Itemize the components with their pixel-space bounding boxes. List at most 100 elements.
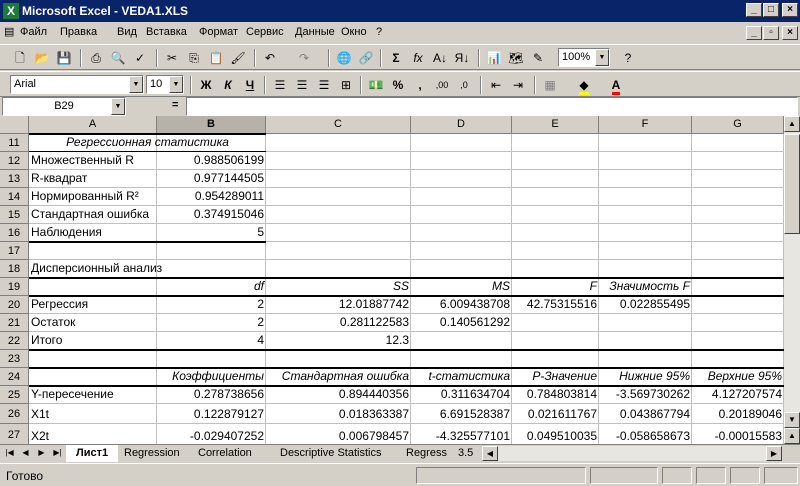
cell-d27[interactable]: -4.325577101 xyxy=(411,428,512,444)
row-header-23[interactable]: 23 xyxy=(0,350,29,368)
row-header-19[interactable]: 19 xyxy=(0,278,29,296)
redo-icon[interactable]: ↷ xyxy=(294,48,314,68)
map-icon[interactable]: 🗺 xyxy=(506,48,526,68)
cell-g25[interactable]: 4.127207574 xyxy=(692,386,784,404)
cell-c25[interactable]: 0.894440356 xyxy=(266,386,411,404)
row-header-14[interactable]: 14 xyxy=(0,188,29,206)
cell-a11[interactable]: Регрессионная статистика xyxy=(29,134,266,152)
select-all-corner[interactable] xyxy=(0,116,29,134)
last-sheet-icon[interactable]: ▶| xyxy=(50,446,65,461)
menu-data[interactable]: Данные xyxy=(295,26,335,38)
menu-insert[interactable]: Вставка xyxy=(146,26,187,38)
cell-b19[interactable]: df xyxy=(157,278,266,296)
tab-correlation[interactable]: Correlation xyxy=(188,445,262,462)
worksheet-grid[interactable]: A B C D E F G 11 Регрессионная статистика 12 Множе… xyxy=(0,116,784,444)
scroll-right-icon[interactable]: ▶ xyxy=(766,446,782,461)
cell-d24[interactable]: t-статистика xyxy=(411,368,512,386)
first-sheet-icon[interactable]: |◀ xyxy=(2,446,17,461)
row-header-18[interactable]: 18 xyxy=(0,260,29,278)
scroll-down-icon[interactable]: ▼ xyxy=(784,412,800,428)
cell-f20[interactable]: 0.022855495 xyxy=(599,296,692,314)
cell-c24[interactable]: Стандартная ошибка xyxy=(266,368,411,386)
cell-d19[interactable]: MS xyxy=(411,278,512,296)
cell-a13[interactable]: R-квадрат xyxy=(29,170,157,188)
decrease-decimal-button[interactable]: ,0 xyxy=(454,75,474,95)
next-sheet-icon[interactable]: ▶ xyxy=(34,446,49,461)
fill-color-icon[interactable]: ◆ xyxy=(574,75,594,95)
cell-d20[interactable]: 6.009438708 xyxy=(411,296,512,314)
cell-e19[interactable]: F xyxy=(512,278,599,296)
close-button[interactable]: × xyxy=(782,3,798,17)
row-header-20[interactable]: 20 xyxy=(0,296,29,314)
column-header-a[interactable]: A xyxy=(29,116,157,134)
cell-a21[interactable]: Остаток xyxy=(29,314,157,332)
sort-descending-icon[interactable]: Я↓ xyxy=(452,48,472,68)
sort-ascending-icon[interactable]: A↓ xyxy=(430,48,450,68)
doc-restore-button[interactable]: ▫ xyxy=(763,26,779,40)
chevron-down-icon[interactable]: ▼ xyxy=(111,98,125,115)
merge-center-icon[interactable]: ⊞ xyxy=(336,75,356,95)
cut-icon[interactable]: ✂ xyxy=(162,48,182,68)
percent-button[interactable]: % xyxy=(388,75,408,95)
tab-sheet1[interactable]: Лист1 xyxy=(66,445,119,462)
currency-icon[interactable]: 💵 xyxy=(366,75,386,95)
cell-e24[interactable]: P-Значение xyxy=(512,368,599,386)
cell-f27[interactable]: -0.058658673 xyxy=(599,428,692,444)
row-header-17[interactable]: 17 xyxy=(0,242,29,260)
column-header-b[interactable]: B xyxy=(157,116,266,134)
row-header-11[interactable]: 11 xyxy=(0,134,29,152)
row-header-15[interactable]: 15 xyxy=(0,206,29,224)
cell-e27[interactable]: 0.049510035 xyxy=(512,428,599,444)
cell-a20[interactable]: Регрессия xyxy=(29,296,157,314)
cell-b24[interactable]: Коэффициенты xyxy=(157,368,266,386)
cell-g27[interactable]: -0.00015583 xyxy=(692,428,784,444)
cell-a26[interactable]: X1t xyxy=(29,406,157,424)
cell-c21[interactable]: 0.281122583 xyxy=(266,314,411,332)
column-header-e[interactable]: E xyxy=(512,116,599,134)
bold-button[interactable]: Ж xyxy=(196,75,216,95)
comma-style-button[interactable]: , xyxy=(410,75,430,95)
row-header-25[interactable]: 25 xyxy=(0,386,29,404)
cell-b15[interactable]: 0.374915046 xyxy=(157,206,266,224)
copy-icon[interactable]: ⎘ xyxy=(184,48,204,68)
column-header-d[interactable]: D xyxy=(411,116,512,134)
row-header-26[interactable]: 26 xyxy=(0,404,29,424)
web-toolbar-icon[interactable]: 🌐 xyxy=(334,48,354,68)
name-box[interactable]: B29 ▼ xyxy=(2,97,126,116)
cell-c26[interactable]: 0.018363387 xyxy=(266,406,411,424)
align-left-icon[interactable]: ☰ xyxy=(270,75,290,95)
menu-tools[interactable]: Сервис xyxy=(246,26,284,38)
cell-b20[interactable]: 2 xyxy=(157,296,266,314)
row-header-24[interactable]: 24 xyxy=(0,368,29,386)
maximize-button[interactable]: □ xyxy=(763,3,779,17)
horizontal-scrollbar[interactable]: ◀ ▶ xyxy=(482,446,782,461)
cell-c22[interactable]: 12.3 xyxy=(266,332,411,350)
cell-e26[interactable]: 0.021611767 xyxy=(512,406,599,424)
column-header-g[interactable]: G xyxy=(692,116,784,134)
cell-g24[interactable]: Верхние 95% xyxy=(692,368,784,386)
prev-sheet-icon[interactable]: ◀ xyxy=(18,446,33,461)
cell-a18[interactable]: Дисперсионный анализ xyxy=(29,260,162,278)
cell-d21[interactable]: 0.140561292 xyxy=(411,314,512,332)
chevron-down-icon[interactable]: ▼ xyxy=(129,76,143,93)
print-preview-icon[interactable]: 🔍 xyxy=(108,48,128,68)
cell-c19[interactable]: SS xyxy=(266,278,411,296)
scroll-left-icon[interactable]: ◀ xyxy=(482,446,498,461)
cell-c20[interactable]: 12.01887742 xyxy=(266,296,411,314)
cell-a15[interactable]: Стандартная ошибка xyxy=(29,206,157,224)
increase-indent-icon[interactable]: ⇥ xyxy=(508,75,528,95)
zoom-select[interactable]: 100% ▼ xyxy=(558,48,610,67)
borders-icon[interactable]: ▦ xyxy=(540,75,560,95)
cell-e20[interactable]: 42.75315516 xyxy=(512,296,599,314)
format-painter-icon[interactable]: 🖌 xyxy=(228,48,248,68)
tab-regression[interactable]: Regression xyxy=(114,445,190,462)
cell-f25[interactable]: -3.569730262 xyxy=(599,386,692,404)
column-header-f[interactable]: F xyxy=(599,116,692,134)
excel-app-icon[interactable]: X xyxy=(3,3,19,19)
save-icon[interactable]: 💾 xyxy=(54,48,74,68)
menu-view[interactable]: Вид xyxy=(117,26,137,38)
scroll-thumb[interactable] xyxy=(784,134,800,234)
menu-window[interactable]: Окно xyxy=(341,26,367,38)
decrease-indent-icon[interactable]: ⇤ xyxy=(486,75,506,95)
cell-e25[interactable]: 0.784803814 xyxy=(512,386,599,404)
